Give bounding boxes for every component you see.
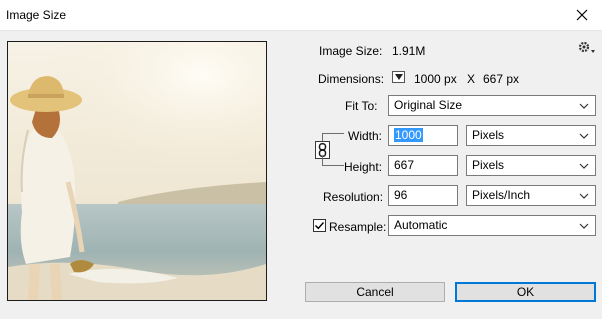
triangle-down-icon	[394, 74, 403, 80]
width-label: Width:	[348, 129, 383, 143]
gear-icon	[578, 41, 595, 53]
cancel-button[interactable]: Cancel	[305, 282, 445, 302]
height-unit-dropdown[interactable]: Pixels	[466, 155, 596, 176]
close-button[interactable]	[562, 0, 602, 30]
settings-button[interactable]	[578, 41, 596, 55]
width-input[interactable]: 1000	[388, 125, 458, 146]
resolution-unit-selected: Pixels/Inch	[472, 188, 531, 202]
resolution-unit-dropdown[interactable]: Pixels/Inch	[466, 185, 596, 206]
dimensions-height-value: 667 px	[483, 72, 520, 86]
fit-to-label: Fit To:	[345, 99, 378, 113]
resolution-label: Resolution:	[323, 190, 384, 204]
resample-label[interactable]: Resample:	[329, 220, 386, 234]
image-preview[interactable]	[7, 41, 267, 301]
dimensions-label: Dimensions:	[318, 72, 385, 86]
beach-photo-preview	[8, 42, 266, 300]
window-title: Image Size	[6, 8, 67, 22]
height-input[interactable]: 667	[388, 155, 458, 176]
chevron-down-icon	[579, 193, 589, 199]
image-size-value: 1.91M	[392, 44, 426, 58]
chevron-down-icon	[579, 163, 589, 169]
chain-link-icon	[318, 143, 327, 157]
ok-button[interactable]: OK	[455, 282, 596, 302]
dimensions-width-value: 1000 px	[414, 72, 457, 86]
resample-checkbox[interactable]	[313, 219, 326, 232]
resolution-value: 96	[394, 188, 408, 202]
dimensions-separator: X	[467, 72, 476, 86]
height-label: Height:	[344, 160, 383, 174]
width-unit-selected: Pixels	[472, 128, 505, 142]
link-bracket-bottom	[322, 156, 344, 166]
checkmark-icon	[315, 222, 325, 230]
image-size-label: Image Size:	[319, 44, 383, 58]
resample-method-dropdown[interactable]: Automatic	[388, 215, 596, 236]
height-value: 667	[394, 158, 415, 172]
width-unit-dropdown[interactable]: Pixels	[466, 125, 596, 146]
dimensions-menu-button[interactable]	[392, 71, 405, 83]
resample-method-selected: Automatic	[394, 218, 448, 232]
chevron-down-icon	[579, 223, 589, 229]
height-unit-selected: Pixels	[472, 158, 505, 172]
resolution-input[interactable]: 96	[388, 185, 458, 206]
image-size-dialog: Image Size Image Size: 1.91M Dimensions:…	[0, 0, 602, 319]
close-icon	[576, 9, 588, 21]
chevron-down-icon	[579, 133, 589, 139]
chevron-down-icon	[579, 103, 589, 109]
fit-to-selected: Original Size	[394, 98, 463, 112]
width-value: 1000	[394, 128, 423, 142]
fit-to-dropdown[interactable]: Original Size	[388, 95, 596, 116]
title-bar: Image Size	[0, 0, 602, 31]
